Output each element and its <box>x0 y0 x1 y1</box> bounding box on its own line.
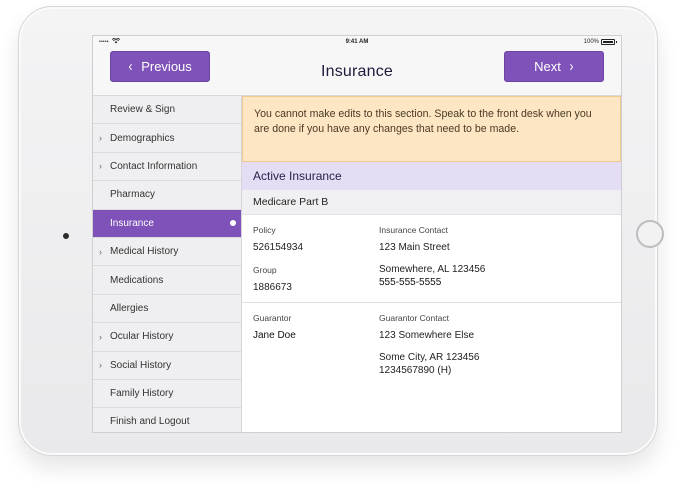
guarantor-city: Some City, AR 123456 <box>379 351 480 363</box>
sidebar-item-label: Allergies <box>110 302 149 314</box>
guarantor-phone: 1234567890 (H) <box>379 365 452 376</box>
insurance-contact-city: Somewhere, AL 123456 <box>379 263 486 275</box>
chevron-right-icon: › <box>99 331 102 342</box>
sidebar-item-insurance[interactable]: Insurance <box>93 209 241 238</box>
chevron-right-icon: › <box>99 133 102 144</box>
sidebar-item-label: Pharmacy <box>110 189 156 201</box>
status-right: 100% <box>583 39 617 45</box>
guarantor-label: Guarantor <box>253 313 292 323</box>
tablet-frame: ••••• 9:41 AM 100% ‹ Previous Insurance … <box>18 6 664 456</box>
sidebar-item-allergies[interactable]: Allergies <box>93 295 241 324</box>
sidebar-item-contact-information[interactable]: › Contact Information <box>93 153 241 182</box>
sidebar-item-family-history[interactable]: Family History <box>93 380 241 409</box>
body-area: Review & Sign › Demographics › Contact I… <box>93 96 621 432</box>
guarantor-details: Guarantor Jane Doe Guarantor Contact 123… <box>242 302 621 386</box>
chevron-right-icon: › <box>569 58 574 75</box>
guarantor-name: Jane Doe <box>253 330 296 341</box>
guarantor-street: 123 Somewhere Else <box>379 330 475 341</box>
chevron-right-icon: › <box>99 246 102 257</box>
section-header: Active Insurance <box>242 162 621 190</box>
wifi-icon <box>111 37 120 46</box>
sidebar-item-finish-logout[interactable]: Finish and Logout <box>93 408 241 432</box>
insurance-contact-street: 123 Main Street <box>379 242 450 253</box>
sidebar-item-label: Medical History <box>110 246 179 258</box>
main-content: You cannot make edits to this section. S… <box>242 96 621 432</box>
sidebar-item-ocular-history[interactable]: › Ocular History <box>93 323 241 352</box>
sidebar-item-social-history[interactable]: › Social History <box>93 352 241 380</box>
page-title: Insurance <box>320 62 394 80</box>
sidebar-item-label: Insurance <box>110 217 154 229</box>
previous-button[interactable]: ‹ Previous <box>110 51 210 82</box>
next-button[interactable]: Next › <box>504 51 604 82</box>
insurance-plan-name: Medicare Part B <box>242 190 621 215</box>
front-camera <box>63 233 69 239</box>
status-bar: ••••• 9:41 AM 100% <box>93 36 621 48</box>
sidebar-item-pharmacy[interactable]: Pharmacy <box>93 181 241 210</box>
group-value: 1886673 <box>253 281 292 293</box>
battery-percent: 100% <box>583 39 599 45</box>
sidebar-item-label: Social History <box>110 359 172 371</box>
sidebar-item-medical-history[interactable]: › Medical History <box>93 238 241 267</box>
status-left: ••••• <box>99 37 120 46</box>
insurance-contact-label: Insurance Contact <box>379 225 448 235</box>
sidebar-item-label: Medications <box>110 274 164 286</box>
sidebar: Review & Sign › Demographics › Contact I… <box>93 96 242 432</box>
guarantor-contact-label: Guarantor Contact <box>379 313 449 323</box>
nav-bar: ‹ Previous Insurance Next › <box>93 48 621 96</box>
battery-icon <box>601 39 617 45</box>
screen: ••••• 9:41 AM 100% ‹ Previous Insurance … <box>92 35 622 433</box>
sidebar-item-label: Finish and Logout <box>110 416 190 428</box>
insurance-details: Policy 526154934 Group 1886673 Insurance… <box>242 215 621 302</box>
status-time: 9:41 AM <box>345 39 369 45</box>
group-label: Group <box>253 264 277 275</box>
signal-icon: ••••• <box>99 39 109 45</box>
insurance-contact-phone: 555-555-5555 <box>379 277 442 288</box>
sidebar-item-medications[interactable]: Medications <box>93 266 241 295</box>
read-only-notice: You cannot make edits to this section. S… <box>242 96 621 162</box>
sidebar-item-label: Ocular History <box>110 331 174 343</box>
chevron-left-icon: ‹ <box>128 58 133 75</box>
sidebar-item-review-sign[interactable]: Review & Sign <box>93 96 241 125</box>
sidebar-item-label: Contact Information <box>110 160 198 172</box>
next-button-label: Next <box>534 59 561 74</box>
sidebar-item-label: Demographics <box>110 132 175 144</box>
policy-label: Policy <box>253 225 276 235</box>
home-button[interactable] <box>636 220 664 248</box>
chevron-right-icon: › <box>99 161 102 172</box>
chevron-right-icon: › <box>99 360 102 371</box>
policy-value: 526154934 <box>253 242 304 253</box>
sidebar-item-label: Family History <box>110 388 174 400</box>
sidebar-item-demographics[interactable]: › Demographics <box>93 124 241 153</box>
previous-button-label: Previous <box>141 59 192 74</box>
sidebar-item-label: Review & Sign <box>110 104 176 116</box>
active-indicator-dot <box>230 220 236 227</box>
